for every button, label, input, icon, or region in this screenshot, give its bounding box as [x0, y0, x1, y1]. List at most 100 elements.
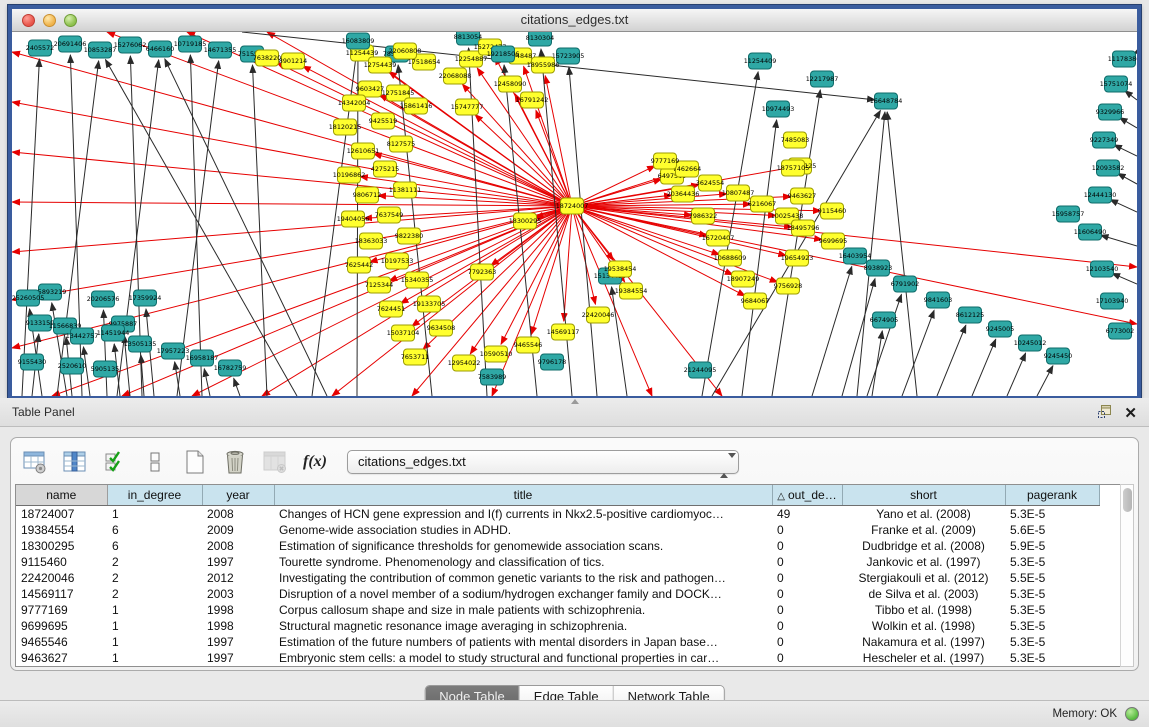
table-row[interactable]: 977716911998Corpus callosum shape and si…: [16, 602, 1099, 618]
graph-node[interactable]: 18300295: [509, 213, 542, 229]
graph-edge[interactable]: [22, 59, 39, 396]
graph-edge[interactable]: [812, 267, 852, 396]
table-cell[interactable]: 22420046: [16, 570, 107, 586]
table-selector-dropdown[interactable]: citations_edges.txt: [347, 450, 739, 474]
graph-node[interactable]: 22420046: [582, 307, 615, 323]
graph-node[interactable]: 9155430: [18, 354, 46, 370]
table-cell[interactable]: 5.5E-5: [1005, 570, 1099, 586]
graph-node[interactable]: 18757105: [777, 160, 810, 176]
graph-node[interactable]: 17359924: [129, 290, 162, 306]
graph-node[interactable]: 18363033: [355, 233, 388, 249]
graph-node[interactable]: 9329966: [1096, 104, 1124, 120]
graph-node[interactable]: 10807487: [722, 185, 755, 201]
column-header-short[interactable]: short: [842, 485, 1005, 505]
table-cell[interactable]: Estimation of significance thresholds fo…: [274, 538, 772, 554]
graph-node[interactable]: 16648784: [870, 93, 903, 109]
table-row[interactable]: 946554611997Estimation of the future num…: [16, 634, 1099, 650]
graph-edge[interactable]: [1119, 118, 1137, 128]
table-cell[interactable]: 5.3E-5: [1005, 554, 1099, 570]
graph-node[interactable]: 14671355: [204, 42, 237, 58]
table-cell[interactable]: 1: [107, 602, 202, 618]
graph-node[interactable]: 11178386: [1108, 51, 1137, 67]
graph-node[interactable]: 8901214: [279, 53, 307, 69]
graph-node[interactable]: 7485083: [781, 132, 809, 148]
graph-node[interactable]: 6216067: [748, 196, 776, 212]
graph-node[interactable]: 7125344: [365, 277, 393, 293]
table-cell[interactable]: 9115460: [16, 554, 107, 570]
table-cell[interactable]: de Silva et al. (2003): [842, 586, 1005, 602]
table-cell[interactable]: 18300295: [16, 538, 107, 554]
graph-edge[interactable]: [937, 325, 966, 396]
table-cell[interactable]: Tourette syndrome. Phenomenology and cla…: [274, 554, 772, 570]
graph-node[interactable]: 18120215: [329, 119, 362, 135]
graph-node[interactable]: 15958757: [1052, 206, 1085, 222]
table-cell[interactable]: 1: [107, 634, 202, 650]
rows-icon[interactable]: [139, 446, 171, 478]
table-cell[interactable]: Corpus callosum shape and size in male p…: [274, 602, 772, 618]
graph-node[interactable]: 11606490: [1074, 224, 1107, 240]
graph-edge[interactable]: [1118, 173, 1137, 184]
table-cell[interactable]: 1997: [202, 634, 274, 650]
table-cell[interactable]: Wolkin et al. (1998): [842, 618, 1005, 634]
graph-edge[interactable]: [12, 102, 572, 206]
table-cell[interactable]: Tibbo et al. (1998): [842, 602, 1005, 618]
graph-edge[interactable]: [1110, 200, 1137, 212]
delete-trash-icon[interactable]: [219, 446, 251, 478]
table-cell[interactable]: 2: [107, 570, 202, 586]
graph-node[interactable]: 8127575: [387, 136, 415, 152]
memory-status-icon[interactable]: [1125, 707, 1139, 721]
function-builder-icon[interactable]: f(x): [299, 446, 331, 478]
table-cell[interactable]: 1998: [202, 618, 274, 634]
table-cell[interactable]: 5.3E-5: [1005, 602, 1099, 618]
graph-node[interactable]: 15037104: [387, 325, 420, 341]
graph-node[interactable]: 18495796: [787, 220, 820, 236]
graph-node[interactable]: 9245005: [986, 321, 1014, 337]
table-settings-icon[interactable]: [19, 446, 51, 478]
graph-node[interactable]: 17957223: [157, 343, 190, 359]
graph-node[interactable]: 5905135: [91, 361, 119, 377]
graph-node[interactable]: 13442757: [66, 328, 99, 344]
table-cell[interactable]: 6: [107, 522, 202, 538]
table-row[interactable]: 1872400712008Changes of HCN gene express…: [16, 505, 1099, 522]
graph-node[interactable]: 9756928: [774, 278, 802, 294]
graph-node[interactable]: 20206576: [87, 291, 120, 307]
table-row[interactable]: 1830029562008Estimation of significance …: [16, 538, 1099, 554]
graph-node[interactable]: 6674905: [870, 312, 898, 328]
graph-node[interactable]: 10688609: [714, 250, 747, 266]
graph-edge[interactable]: [972, 339, 996, 396]
network-canvas[interactable]: 2405572252061036245544275215590513562160…: [12, 32, 1137, 396]
graph-edge[interactable]: [252, 65, 267, 396]
table-cell[interactable]: 9465546: [16, 634, 107, 650]
table-cell[interactable]: Genome-wide association studies in ADHD.: [274, 522, 772, 538]
graph-edge[interactable]: [1037, 366, 1053, 396]
table-cell[interactable]: 5.3E-5: [1005, 586, 1099, 602]
graph-node[interactable]: 19384554: [615, 283, 648, 299]
graph-edge[interactable]: [303, 66, 572, 206]
graph-node[interactable]: 8938923: [864, 260, 892, 276]
table-cell[interactable]: 9699695: [16, 618, 107, 634]
table-vertical-scrollbar[interactable]: [1120, 484, 1134, 667]
citation-graph[interactable]: 2405572252061036245544275215590513562160…: [12, 32, 1137, 396]
table-cell[interactable]: Disruption of a novel member of a sodium…: [274, 586, 772, 602]
minimize-window-button[interactable]: [43, 14, 56, 27]
table-cell[interactable]: 9777169: [16, 602, 107, 618]
graph-node[interactable]: 11451944: [97, 325, 130, 341]
network-window-titlebar[interactable]: citations_edges.txt: [12, 9, 1137, 32]
graph-node[interactable]: 12954022: [448, 355, 481, 371]
table-cell[interactable]: 14569117: [16, 586, 107, 602]
new-file-icon[interactable]: [179, 446, 211, 478]
graph-node[interactable]: 2405572: [26, 40, 54, 56]
table-cell[interactable]: 1997: [202, 650, 274, 666]
graph-node[interactable]: 15340355: [401, 272, 434, 288]
graph-node[interactable]: 19133705: [413, 296, 446, 312]
graph-node[interactable]: 15751074: [1100, 76, 1133, 92]
graph-node[interactable]: 17103940: [1096, 293, 1129, 309]
graph-edge[interactable]: [277, 63, 572, 206]
graph-node[interactable]: 9634508: [427, 320, 455, 336]
table-cell[interactable]: 2012: [202, 570, 274, 586]
close-panel-icon[interactable]: ✕: [1124, 407, 1137, 421]
graph-node[interactable]: 14569117: [547, 324, 580, 340]
graph-edge[interactable]: [204, 369, 210, 396]
graph-edge[interactable]: [103, 310, 107, 396]
graph-node[interactable]: 7653711: [401, 349, 429, 365]
